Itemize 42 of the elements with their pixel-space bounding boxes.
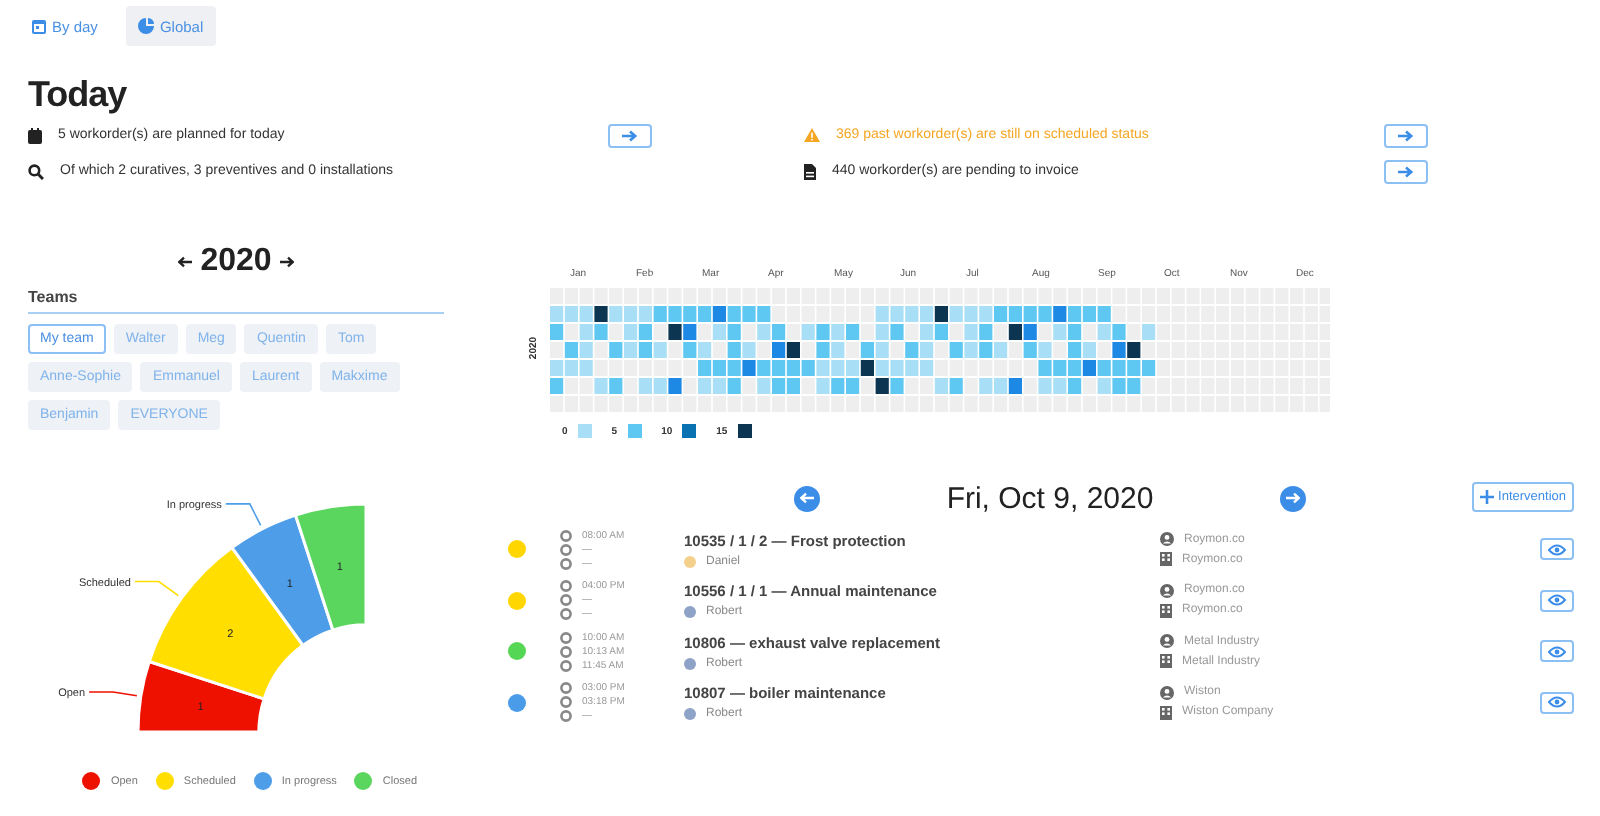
warning-icon — [804, 128, 820, 142]
previous-day-button[interactable] — [794, 485, 820, 511]
previous-year-button[interactable] — [178, 256, 193, 268]
go-button[interactable] — [1384, 123, 1428, 147]
user-icon — [1160, 634, 1174, 649]
teams-heading: Teams — [28, 288, 444, 314]
next-day-button[interactable] — [1280, 485, 1306, 511]
leader-line — [225, 503, 262, 527]
leader-line — [134, 580, 180, 597]
date-title: Fri, Oct 9, 2020 — [944, 481, 1156, 515]
calendar-icon — [28, 127, 42, 143]
user-icon — [1160, 685, 1174, 700]
eye-icon — [1548, 543, 1566, 556]
user-icon — [1160, 583, 1174, 598]
section-title: Today — [28, 72, 129, 116]
view-button[interactable] — [1540, 640, 1574, 663]
arrow-icon — [1286, 492, 1300, 504]
search-icon — [28, 163, 44, 179]
building-icon — [1160, 603, 1172, 618]
view-button[interactable] — [1540, 538, 1574, 561]
plus-icon — [1480, 490, 1495, 504]
building-icon — [1160, 654, 1172, 669]
eye-icon — [1548, 696, 1566, 709]
year-title: 2020 — [200, 244, 272, 280]
user-icon — [1160, 532, 1174, 547]
arrow-icon — [1398, 129, 1414, 141]
pie-chart-icon — [137, 18, 154, 34]
calendar-icon — [32, 18, 46, 34]
arrow-icon — [800, 492, 814, 504]
arrow-icon — [1398, 165, 1414, 177]
view-button[interactable] — [1540, 691, 1574, 714]
eye-icon — [1548, 645, 1566, 658]
arrow-icon — [622, 129, 638, 141]
building-icon — [1160, 552, 1172, 567]
view-button[interactable] — [1540, 589, 1574, 612]
eye-icon — [1548, 594, 1566, 607]
next-year-button[interactable] — [279, 256, 294, 268]
go-button[interactable] — [1384, 159, 1428, 183]
go-button[interactable] — [608, 123, 652, 147]
document-icon — [804, 163, 816, 179]
leader-line — [88, 691, 138, 697]
building-icon — [1160, 705, 1172, 720]
